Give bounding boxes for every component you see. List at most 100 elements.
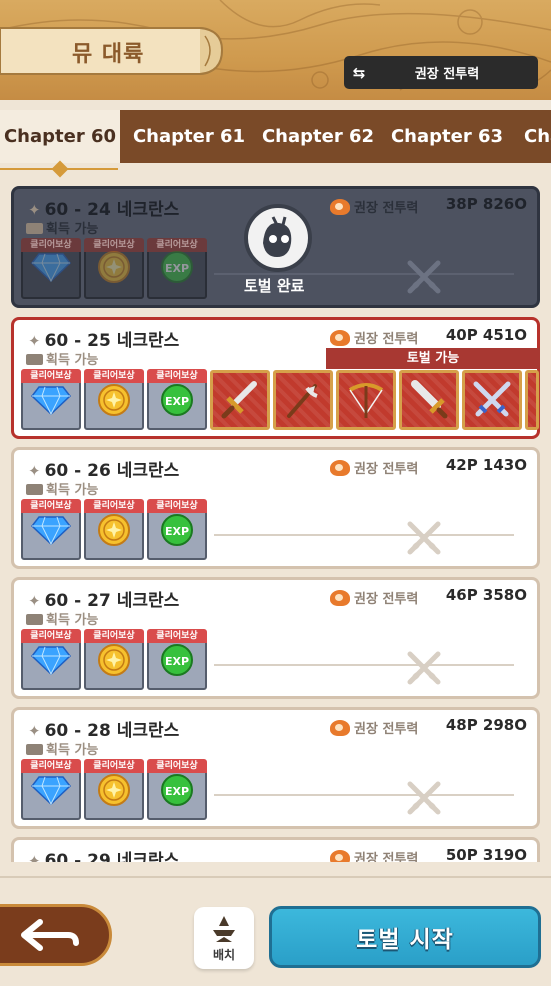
recommended-power-value: 38P 826O [445,195,527,213]
start-battle-button[interactable]: 토벌 시작 [269,906,541,968]
reward-slot[interactable]: 클리어보상 [21,629,81,690]
stage-card[interactable]: ✦ 60 - 28 네크란스 획득 가능 권장 전투력 48P 298O 클리어보… [11,707,540,829]
reward-slot[interactable]: 클리어보상 [21,499,81,560]
clear-reward-tag: 클리어보상 [84,369,144,383]
crossed-swords-icon [407,260,441,294]
divider [214,664,514,666]
stage-title: ✦ 60 - 25 네크란스 [28,326,179,351]
recommended-power-value: 42P 143O [445,456,527,474]
stage-title: ✦ 60 - 29 네크란스 [28,846,179,862]
svg-text:EXP: EXP [165,785,189,798]
equipment-slot[interactable] [210,370,270,430]
star-icon: ✦ [28,462,41,480]
tab-chapter-60[interactable]: Chapter 60 [0,110,120,163]
star-icon: ✦ [28,332,41,350]
reward-slot[interactable]: 클리어보상 [84,369,144,430]
stage-card[interactable]: ✦ 60 - 27 네크란스 획득 가능 권장 전투력 46P 358O 클리어보… [11,577,540,699]
acquirable-label: 획득 가능 [26,218,98,237]
treasure-icon [26,223,43,234]
header: 뮤 대륙 ⇆ 권장 전투력 [0,0,551,100]
recommended-power-label: 권장 전투력 [330,328,418,347]
reward-slot[interactable]: 클리어보상 EXP [147,369,207,430]
reward-slot[interactable]: 클리어보상 [21,759,81,820]
treasure-icon [26,614,43,625]
deploy-icon [213,915,235,942]
exp-orb-icon: EXP [161,514,193,546]
clear-reward-tag: 클리어보상 [21,238,81,252]
equipment-slot-partial[interactable] [525,370,539,430]
stage-card[interactable]: ✦ 60 - 26 네크란스 획득 가능 권장 전투력 42P 143O 클리어보… [11,447,540,569]
exp-orb-icon: EXP [161,384,193,416]
clear-reward-tag: 클리어보상 [84,759,144,773]
power-icon [330,330,350,346]
stage-name: 60 - 26 네크란스 [44,461,180,481]
reward-slot[interactable]: 클리어보상 [84,629,144,690]
reward-slot[interactable]: 클리어보상 [84,238,144,299]
tab-chapter-64[interactable]: Cha [512,110,551,163]
clear-reward-tag: 클리어보상 [21,759,81,773]
exp-orb-icon: EXP [161,774,193,806]
stage-name: 60 - 28 네크란스 [44,721,180,741]
stage-card[interactable]: ✦ 60 - 29 네크란스 권장 전투력 50P 319O [11,837,540,862]
reward-slot[interactable]: 클리어보상 [21,369,81,430]
star-icon: ✦ [28,852,41,862]
sort-by-power-button[interactable]: ⇆ 권장 전투력 [344,56,538,89]
gold-coin-icon [98,384,130,416]
svg-text:EXP: EXP [165,525,189,538]
reward-list: 클리어보상 클리어보상 클리어보상 EXP [21,238,207,299]
star-icon: ✦ [28,201,41,219]
back-button[interactable] [0,904,112,966]
recommended-power-label: 권장 전투력 [330,458,418,477]
stage-name: 60 - 29 네크란스 [44,851,180,862]
sword-icon [221,381,257,419]
deploy-label: 배치 [212,947,236,962]
reward-slot[interactable]: 클리어보상 [21,238,81,299]
bow-icon [348,383,384,418]
diamond-icon [31,646,71,675]
equipment-slot[interactable] [273,370,333,430]
stage-name: 60 - 25 네크란스 [44,331,180,351]
equipment-slot[interactable] [336,370,396,430]
recommended-power-label: 권장 전투력 [330,848,418,862]
reward-slot[interactable]: 클리어보상 EXP [147,759,207,820]
reward-slot[interactable]: 클리어보상 EXP [147,629,207,690]
stage-list[interactable]: ✦ 60 - 24 네크란스 획득 가능 권장 전투력 38P 826O 클리어보… [0,178,551,862]
svg-text:EXP: EXP [165,262,189,275]
stage-card-selected[interactable]: ✦ 60 - 25 네크란스 획득 가능 권장 전투력 40P 451O 토벌 가… [11,317,540,439]
diamond-icon [31,776,71,805]
recommended-power-label: 권장 전투력 [330,718,418,737]
divider [214,794,514,796]
stage-title: ✦ 60 - 27 네크란스 [28,586,179,611]
greatsword-icon [411,380,448,419]
recommended-power-value: 48P 298O [445,716,527,734]
treasure-icon [26,484,43,495]
sort-arrows-icon: ⇆ [352,63,366,82]
dual-swords-icon [473,381,511,417]
stage-card[interactable]: ✦ 60 - 24 네크란스 획득 가능 권장 전투력 38P 826O 클리어보… [11,186,540,308]
tab-chapter-61[interactable]: Chapter 61 [125,110,253,163]
equipment-drop-list [210,370,539,430]
reward-slot[interactable]: 클리어보상 EXP [147,238,207,299]
clear-reward-tag: 클리어보상 [84,629,144,643]
deploy-button[interactable]: 배치 [194,907,254,969]
reward-slot[interactable]: 클리어보상 [84,499,144,560]
crossed-swords-icon [407,521,441,555]
equipment-slot[interactable] [462,370,522,430]
reward-slot[interactable]: 클리어보상 [84,759,144,820]
reward-slot[interactable]: 클리어보상 EXP [147,499,207,560]
start-battle-label: 토벌 시작 [356,927,454,953]
tab-chapter-62[interactable]: Chapter 62 [254,110,382,163]
star-icon: ✦ [28,592,41,610]
power-icon [330,199,350,215]
power-icon [330,590,350,606]
equipment-slot[interactable] [399,370,459,430]
power-icon [330,460,350,476]
stage-title: ✦ 60 - 26 네크란스 [28,456,179,481]
clear-reward-tag: 클리어보상 [147,499,207,513]
tab-chapter-63[interactable]: Chapter 63 [383,110,511,163]
area-title: 뮤 대륙 [72,42,145,67]
gold-coin-icon [98,251,130,283]
reward-list: 클리어보상 클리어보상 클리어보상 EXP [21,629,207,690]
treasure-icon [26,744,43,755]
stage-name: 60 - 24 네크란스 [44,200,180,220]
